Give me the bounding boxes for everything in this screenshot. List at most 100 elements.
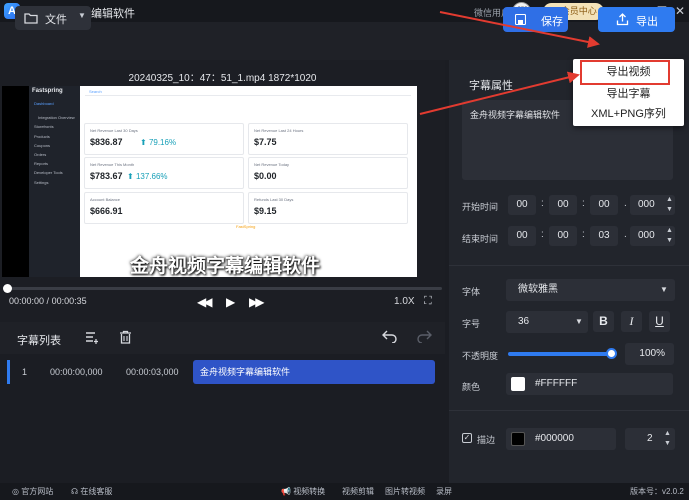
- stepper-icon[interactable]: ▲ ▼: [666, 195, 673, 215]
- convert-tool-link[interactable]: 📢 视频转换: [281, 486, 325, 497]
- end-hour-field[interactable]: 00: [508, 226, 536, 246]
- annotation-highlight-box: [580, 60, 670, 85]
- close-icon[interactable]: ✕: [673, 4, 687, 18]
- start-minute-field[interactable]: 00: [549, 195, 577, 215]
- font-select[interactable]: 微软雅黑 ▼: [506, 279, 675, 301]
- video-nav-item: Integration Overview: [38, 115, 75, 120]
- redo-icon[interactable]: [417, 330, 432, 343]
- app-window: A 金舟视频字幕编辑软件 微信用户 ♕ 会员中心 − ▭ ☐ ✕ 文件 ▼ 保存…: [0, 0, 689, 500]
- end-minute-field[interactable]: 00: [549, 226, 577, 246]
- fullscreen-icon[interactable]: ⛶: [424, 295, 432, 308]
- undo-icon[interactable]: [382, 330, 397, 343]
- menu-item-export-xml-png[interactable]: XML+PNG序列: [573, 104, 684, 124]
- font-value: 微软雅黑: [518, 284, 558, 295]
- revenue-card: Refunds Last 30 Days $9.15: [248, 192, 408, 224]
- time-dot: .: [624, 229, 627, 240]
- panel-divider: [449, 265, 689, 266]
- revenue-card: Net Revenue Last 24 Hours $7.75: [248, 123, 408, 155]
- stroke-checkbox[interactable]: ✓: [462, 433, 472, 443]
- opacity-label: 不透明度: [462, 351, 499, 361]
- website-link[interactable]: ◎ 官方网站: [12, 486, 53, 497]
- record-screen-link[interactable]: 录屏: [436, 486, 452, 497]
- fast-forward-icon[interactable]: ▶▶: [249, 295, 265, 309]
- video-brand: Fastspring: [32, 88, 63, 94]
- stroke-width-value: 2: [647, 433, 653, 444]
- time-colon: :: [541, 229, 544, 240]
- tool-label: 视频转换: [293, 487, 326, 496]
- row-index: 1: [22, 367, 28, 377]
- revenue-card: Net Revenue Today $0.00: [248, 157, 408, 189]
- card-delta: ⬆ 79.16%: [140, 138, 177, 147]
- color-swatch: [511, 377, 525, 391]
- size-value: 36: [518, 316, 530, 327]
- color-picker[interactable]: #FFFFFF: [506, 373, 673, 395]
- version-label: 版本号：v2.0.2: [630, 487, 684, 496]
- stepper-icon[interactable]: ▲ ▼: [664, 429, 671, 449]
- end-ms-field[interactable]: 000 ▲ ▼: [630, 226, 675, 246]
- color-value: #FFFFFF: [535, 378, 578, 389]
- chevron-down-icon: ▼: [78, 11, 86, 20]
- row-start-time[interactable]: 00:00:00,000: [50, 367, 103, 377]
- file-label: 文件: [45, 14, 67, 26]
- save-button[interactable]: 保存: [503, 7, 568, 32]
- card-label: Refunds Last 30 Days: [254, 197, 294, 202]
- video-nav-item: Reports: [34, 161, 49, 166]
- card-label: Net Revenue This Month: [90, 162, 135, 167]
- start-second-field[interactable]: 00: [590, 195, 618, 215]
- rewind-icon[interactable]: ◀◀: [197, 295, 213, 309]
- card-value: $9.15: [254, 206, 277, 216]
- upload-icon: [616, 13, 629, 26]
- delete-icon[interactable]: [119, 330, 132, 344]
- stepper-icon[interactable]: ▲ ▼: [666, 226, 673, 246]
- current-time: 00:00:00: [9, 296, 45, 306]
- card-label: Net Revenue Last 30 Days: [90, 128, 138, 133]
- start-ms-field[interactable]: 000 ▲ ▼: [630, 195, 675, 215]
- stroke-color-picker[interactable]: #000000: [506, 428, 616, 450]
- start-ms-value: 000: [638, 199, 655, 210]
- image-to-video-link[interactable]: 图片转视频: [385, 486, 425, 497]
- add-subtitle-icon[interactable]: [85, 331, 99, 344]
- edit-tool-link[interactable]: 视频剪辑: [342, 486, 374, 497]
- row-subtitle-text[interactable]: 金舟视频字幕编辑软件: [193, 360, 435, 384]
- card-value: $7.75: [254, 137, 277, 147]
- zoom-level[interactable]: 1.0X: [394, 296, 415, 307]
- time-colon: :: [582, 198, 585, 209]
- opacity-slider[interactable]: [508, 352, 612, 356]
- progress-knob[interactable]: [3, 284, 12, 293]
- bold-button[interactable]: B: [593, 311, 614, 332]
- card-delta: ⬆ 137.66%: [127, 172, 168, 181]
- video-footer-brand: FastSpring: [236, 224, 256, 229]
- play-icon[interactable]: ▶: [226, 295, 235, 309]
- end-second-field[interactable]: 03: [590, 226, 618, 246]
- opacity-value[interactable]: 100%: [625, 343, 674, 365]
- export-button[interactable]: 导出: [598, 7, 675, 32]
- file-menu-button[interactable]: 文件 ▼: [15, 6, 91, 30]
- video-topbar: Search: [85, 87, 411, 96]
- card-label: Net Revenue Today: [254, 162, 290, 167]
- progress-track[interactable]: [4, 287, 442, 290]
- color-label: 颜色: [462, 382, 481, 392]
- revenue-card: Account Balance $666.91: [84, 192, 244, 224]
- opacity-slider-knob[interactable]: [606, 348, 617, 359]
- subtitle-overlay: 金舟视频字幕编辑软件: [129, 256, 320, 277]
- size-select[interactable]: 36 ▼: [506, 311, 588, 333]
- menu-item-export-subtitle[interactable]: 导出字幕: [573, 84, 684, 104]
- video-nav-item: Settings: [34, 180, 49, 185]
- start-time-label: 开始时间: [462, 202, 499, 212]
- start-hour-field[interactable]: 00: [508, 195, 536, 215]
- video-file-info: 20240325_10：47：51_1.mp4 1872*1020: [128, 73, 317, 84]
- time-readout: 00:00:00 / 00:00:35: [9, 296, 87, 306]
- revenue-card: Net Revenue Last 30 Days $836.87 ⬆ 79.16…: [84, 123, 244, 155]
- support-label: 在线客服: [80, 487, 113, 496]
- support-link[interactable]: ☊ 在线客服: [71, 486, 112, 497]
- save-label: 保存: [541, 16, 563, 28]
- revenue-card: Net Revenue This Month $783.67 ⬆ 137.66%: [84, 157, 244, 189]
- website-label: 官方网站: [21, 487, 54, 496]
- underline-button[interactable]: U: [649, 311, 670, 332]
- stroke-color-swatch: [511, 432, 525, 446]
- italic-button[interactable]: I: [621, 311, 642, 332]
- stroke-width-field[interactable]: 2 ▲ ▼: [625, 428, 675, 450]
- row-end-time[interactable]: 00:00:03,000: [126, 367, 179, 377]
- time-separator: /: [44, 296, 52, 306]
- save-icon: [515, 14, 526, 25]
